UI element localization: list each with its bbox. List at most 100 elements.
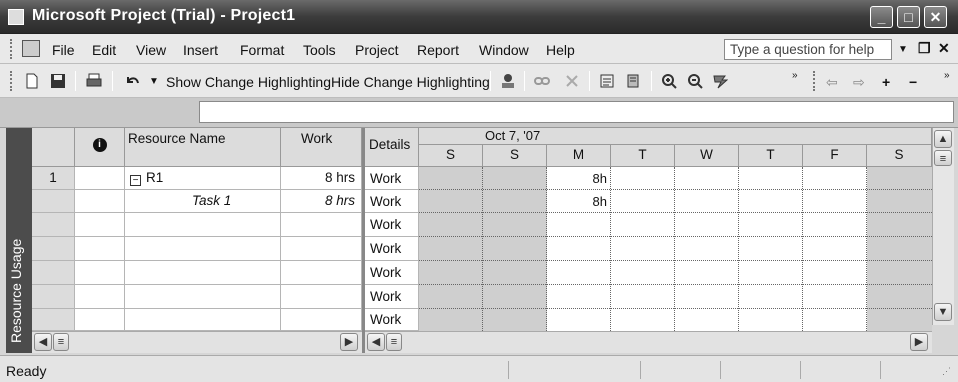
day-header[interactable]: T bbox=[739, 145, 803, 167]
scroll-to-task-icon[interactable] bbox=[712, 73, 728, 89]
toolbar-grip[interactable] bbox=[10, 71, 13, 91]
help-dropdown-icon[interactable]: ▼ bbox=[898, 44, 908, 55]
menu-window[interactable]: Window bbox=[479, 42, 529, 58]
empty-cell[interactable] bbox=[125, 309, 281, 331]
undo-dropdown-icon[interactable]: ▼ bbox=[149, 76, 159, 87]
link-tasks-icon[interactable] bbox=[534, 73, 550, 89]
empty-cell[interactable] bbox=[281, 309, 362, 331]
entry-field[interactable] bbox=[199, 101, 954, 123]
work-value-cell[interactable]: 8h bbox=[547, 167, 610, 189]
empty-cell[interactable] bbox=[75, 261, 125, 285]
show-subtasks-icon[interactable]: + bbox=[882, 74, 890, 90]
show-change-highlighting-button[interactable]: Show Change Highlighting bbox=[166, 74, 331, 90]
resource-icon[interactable] bbox=[500, 73, 516, 89]
empty-cell[interactable] bbox=[75, 213, 125, 237]
scroll-left-icon[interactable]: ◀ bbox=[34, 333, 52, 351]
day-header[interactable]: S bbox=[419, 145, 483, 167]
row-number[interactable] bbox=[32, 213, 75, 237]
empty-cell[interactable] bbox=[281, 261, 362, 285]
empty-cell[interactable] bbox=[125, 261, 281, 285]
menu-tools[interactable]: Tools bbox=[303, 42, 336, 58]
menu-edit[interactable]: Edit bbox=[92, 42, 116, 58]
restore-doc-icon[interactable]: ❐ bbox=[918, 40, 931, 57]
resource-name-cell[interactable]: − R1 bbox=[125, 167, 281, 190]
day-header[interactable]: T bbox=[611, 145, 675, 167]
row-number[interactable] bbox=[32, 285, 75, 309]
toolbar-options-icon[interactable]: » bbox=[792, 70, 798, 81]
vertical-scrollbar[interactable]: ▲ ≡ ▼ bbox=[932, 128, 954, 325]
empty-cell[interactable] bbox=[75, 237, 125, 261]
help-search-input[interactable]: Type a question for help bbox=[724, 39, 892, 60]
timescale-major-header[interactable]: Oct 7, '07 bbox=[419, 128, 932, 145]
day-header[interactable]: F bbox=[803, 145, 867, 167]
resource-name-header[interactable]: Resource Name bbox=[125, 128, 281, 167]
empty-cell[interactable] bbox=[125, 237, 281, 261]
row-number[interactable]: 1 bbox=[32, 167, 75, 190]
day-header[interactable]: W bbox=[675, 145, 739, 167]
scroll-right-icon[interactable]: ▶ bbox=[910, 333, 928, 351]
details-header[interactable]: Details bbox=[365, 128, 419, 167]
indicator-cell[interactable] bbox=[75, 167, 125, 190]
toolbar-options-icon[interactable]: » bbox=[944, 70, 950, 81]
indicator-cell[interactable] bbox=[75, 190, 125, 213]
zoom-in-icon[interactable] bbox=[661, 73, 677, 89]
menu-format[interactable]: Format bbox=[240, 42, 284, 58]
row-number[interactable] bbox=[32, 237, 75, 261]
menu-help[interactable]: Help bbox=[546, 42, 575, 58]
day-header[interactable]: S bbox=[483, 145, 547, 167]
document-icon[interactable] bbox=[22, 40, 40, 57]
empty-cell[interactable] bbox=[281, 237, 362, 261]
menu-project[interactable]: Project bbox=[355, 42, 399, 58]
menu-view[interactable]: View bbox=[136, 42, 166, 58]
menu-insert[interactable]: Insert bbox=[183, 42, 218, 58]
scroll-up-icon[interactable]: ▲ bbox=[934, 130, 952, 148]
collapse-icon[interactable]: − bbox=[130, 175, 141, 186]
new-file-icon[interactable] bbox=[24, 73, 40, 89]
assignment-name-cell[interactable]: Task 1 bbox=[125, 190, 281, 213]
work-header[interactable]: Work bbox=[281, 128, 362, 167]
work-cell[interactable]: 8 hrs bbox=[281, 190, 362, 213]
scroll-thumb[interactable]: ≡ bbox=[53, 333, 69, 351]
save-icon[interactable] bbox=[50, 73, 66, 89]
hide-subtasks-icon[interactable]: − bbox=[909, 74, 917, 90]
scroll-thumb[interactable]: ≡ bbox=[934, 150, 952, 166]
scroll-thumb[interactable]: ≡ bbox=[386, 333, 402, 351]
toolbar-grip[interactable] bbox=[10, 39, 13, 59]
close-button[interactable]: ✕ bbox=[924, 6, 947, 28]
empty-cell[interactable] bbox=[75, 285, 125, 309]
unlink-tasks-icon[interactable] bbox=[564, 73, 580, 89]
empty-cell[interactable] bbox=[281, 213, 362, 237]
scroll-down-icon[interactable]: ▼ bbox=[934, 303, 952, 321]
close-doc-icon[interactable]: ✕ bbox=[938, 40, 950, 57]
scroll-left-icon[interactable]: ◀ bbox=[367, 333, 385, 351]
hide-change-highlighting-button[interactable]: Hide Change Highlighting bbox=[331, 74, 490, 90]
menu-report[interactable]: Report bbox=[417, 42, 459, 58]
sheet-horizontal-scrollbar[interactable]: ◀ ≡ ▶ bbox=[32, 331, 362, 353]
print-icon[interactable] bbox=[86, 73, 102, 89]
day-header[interactable]: S bbox=[867, 145, 932, 167]
indicators-header[interactable]: i bbox=[75, 128, 125, 167]
toolbar-grip[interactable] bbox=[813, 71, 816, 91]
menu-file[interactable]: File bbox=[52, 42, 75, 58]
task-information-icon[interactable] bbox=[599, 73, 615, 89]
work-cell[interactable]: 8 hrs bbox=[281, 167, 362, 190]
zoom-out-icon[interactable] bbox=[687, 73, 703, 89]
empty-cell[interactable] bbox=[125, 285, 281, 309]
work-value-cell[interactable]: 8h bbox=[547, 190, 610, 212]
indent-back-icon[interactable]: ⇦ bbox=[826, 74, 838, 91]
day-header[interactable]: M bbox=[547, 145, 611, 167]
minimize-button[interactable]: _ bbox=[870, 6, 893, 28]
timescale-horizontal-scrollbar[interactable]: ◀ ≡ ▶ bbox=[365, 331, 932, 353]
undo-icon[interactable] bbox=[124, 73, 140, 89]
maximize-button[interactable]: □ bbox=[897, 6, 920, 28]
row-number[interactable] bbox=[32, 261, 75, 285]
row-number[interactable] bbox=[32, 309, 75, 331]
scroll-right-icon[interactable]: ▶ bbox=[340, 333, 358, 351]
indent-forward-icon[interactable]: ⇨ bbox=[853, 74, 865, 91]
select-all-corner[interactable] bbox=[32, 128, 75, 167]
row-number[interactable] bbox=[32, 190, 75, 213]
empty-cell[interactable] bbox=[125, 213, 281, 237]
resize-grip-icon[interactable]: ⋰ bbox=[942, 366, 951, 377]
empty-cell[interactable] bbox=[281, 285, 362, 309]
empty-cell[interactable] bbox=[75, 309, 125, 331]
